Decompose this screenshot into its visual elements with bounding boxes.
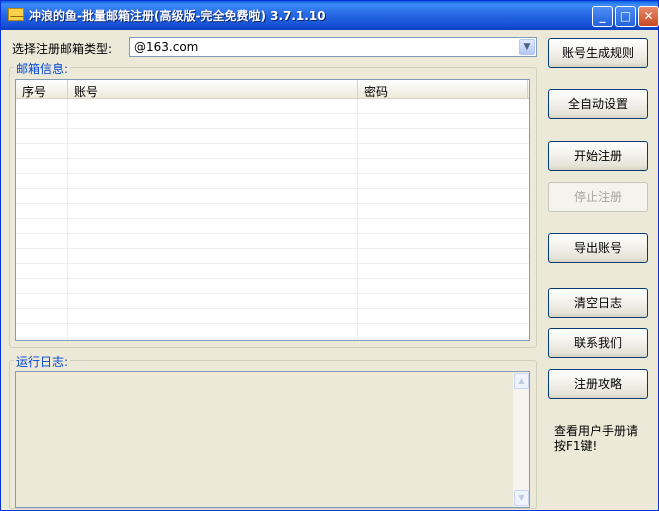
table-row [16, 189, 529, 204]
table-row [16, 294, 529, 309]
column-header-index[interactable]: 序号 [16, 80, 68, 99]
account-rules-button[interactable]: 账号生成规则 [548, 38, 648, 68]
run-log-legend: 运行日志: [14, 353, 71, 370]
table-row [16, 234, 529, 249]
chevron-down-icon[interactable]: ▼ [514, 490, 529, 506]
maximize-button[interactable]: □ [615, 6, 636, 27]
table-row [16, 204, 529, 219]
column-header-account[interactable]: 账号 [68, 80, 358, 99]
auto-settings-button[interactable]: 全自动设置 [548, 89, 648, 119]
minimize-button[interactable]: _ [592, 6, 613, 27]
start-register-button[interactable]: 开始注册 [548, 141, 648, 171]
table-row [16, 264, 529, 279]
close-button[interactable]: ✕ [638, 6, 659, 27]
account-list-header: 序号 账号 密码 [16, 80, 529, 99]
envelope-icon [8, 8, 24, 21]
main-window: 冲浪的鱼-批量邮箱注册(高级版-完全免费啦) 3.7.1.10 _ □ ✕ 选择… [0, 0, 659, 511]
email-type-label: 选择注册邮箱类型: [12, 42, 113, 56]
window-title: 冲浪的鱼-批量邮箱注册(高级版-完全免费啦) 3.7.1.10 [29, 9, 326, 23]
table-row [16, 249, 529, 264]
table-row [16, 309, 529, 324]
title-bar[interactable]: 冲浪的鱼-批量邮箱注册(高级版-完全免费啦) 3.7.1.10 _ □ ✕ [1, 1, 659, 30]
chevron-down-icon[interactable]: ▼ [519, 39, 535, 55]
table-row [16, 279, 529, 294]
log-scrollbar[interactable]: ▲ ▼ [512, 372, 529, 507]
export-accounts-button[interactable]: 导出账号 [548, 233, 648, 263]
mailbox-info-legend: 邮箱信息: [14, 60, 71, 77]
chevron-up-icon[interactable]: ▲ [514, 373, 529, 389]
table-row [16, 129, 529, 144]
table-row [16, 219, 529, 234]
table-row [16, 99, 529, 114]
clear-log-button[interactable]: 清空日志 [548, 288, 648, 318]
contact-us-button[interactable]: 联系我们 [548, 328, 648, 358]
email-type-value: @163.com [134, 40, 199, 54]
help-hint: 查看用户手册请按F1键! [554, 424, 639, 453]
table-row [16, 324, 529, 339]
email-type-select[interactable]: @163.com ▼ [129, 37, 537, 57]
stop-register-button[interactable]: 停止注册 [548, 182, 648, 212]
register-guide-button[interactable]: 注册攻略 [548, 369, 648, 399]
table-row [16, 144, 529, 159]
run-log-textarea[interactable]: ▲ ▼ [15, 371, 530, 508]
table-row [16, 159, 529, 174]
account-list[interactable]: 序号 账号 密码 [15, 79, 530, 341]
table-row [16, 174, 529, 189]
table-row [16, 114, 529, 129]
column-header-password[interactable]: 密码 [358, 80, 528, 99]
